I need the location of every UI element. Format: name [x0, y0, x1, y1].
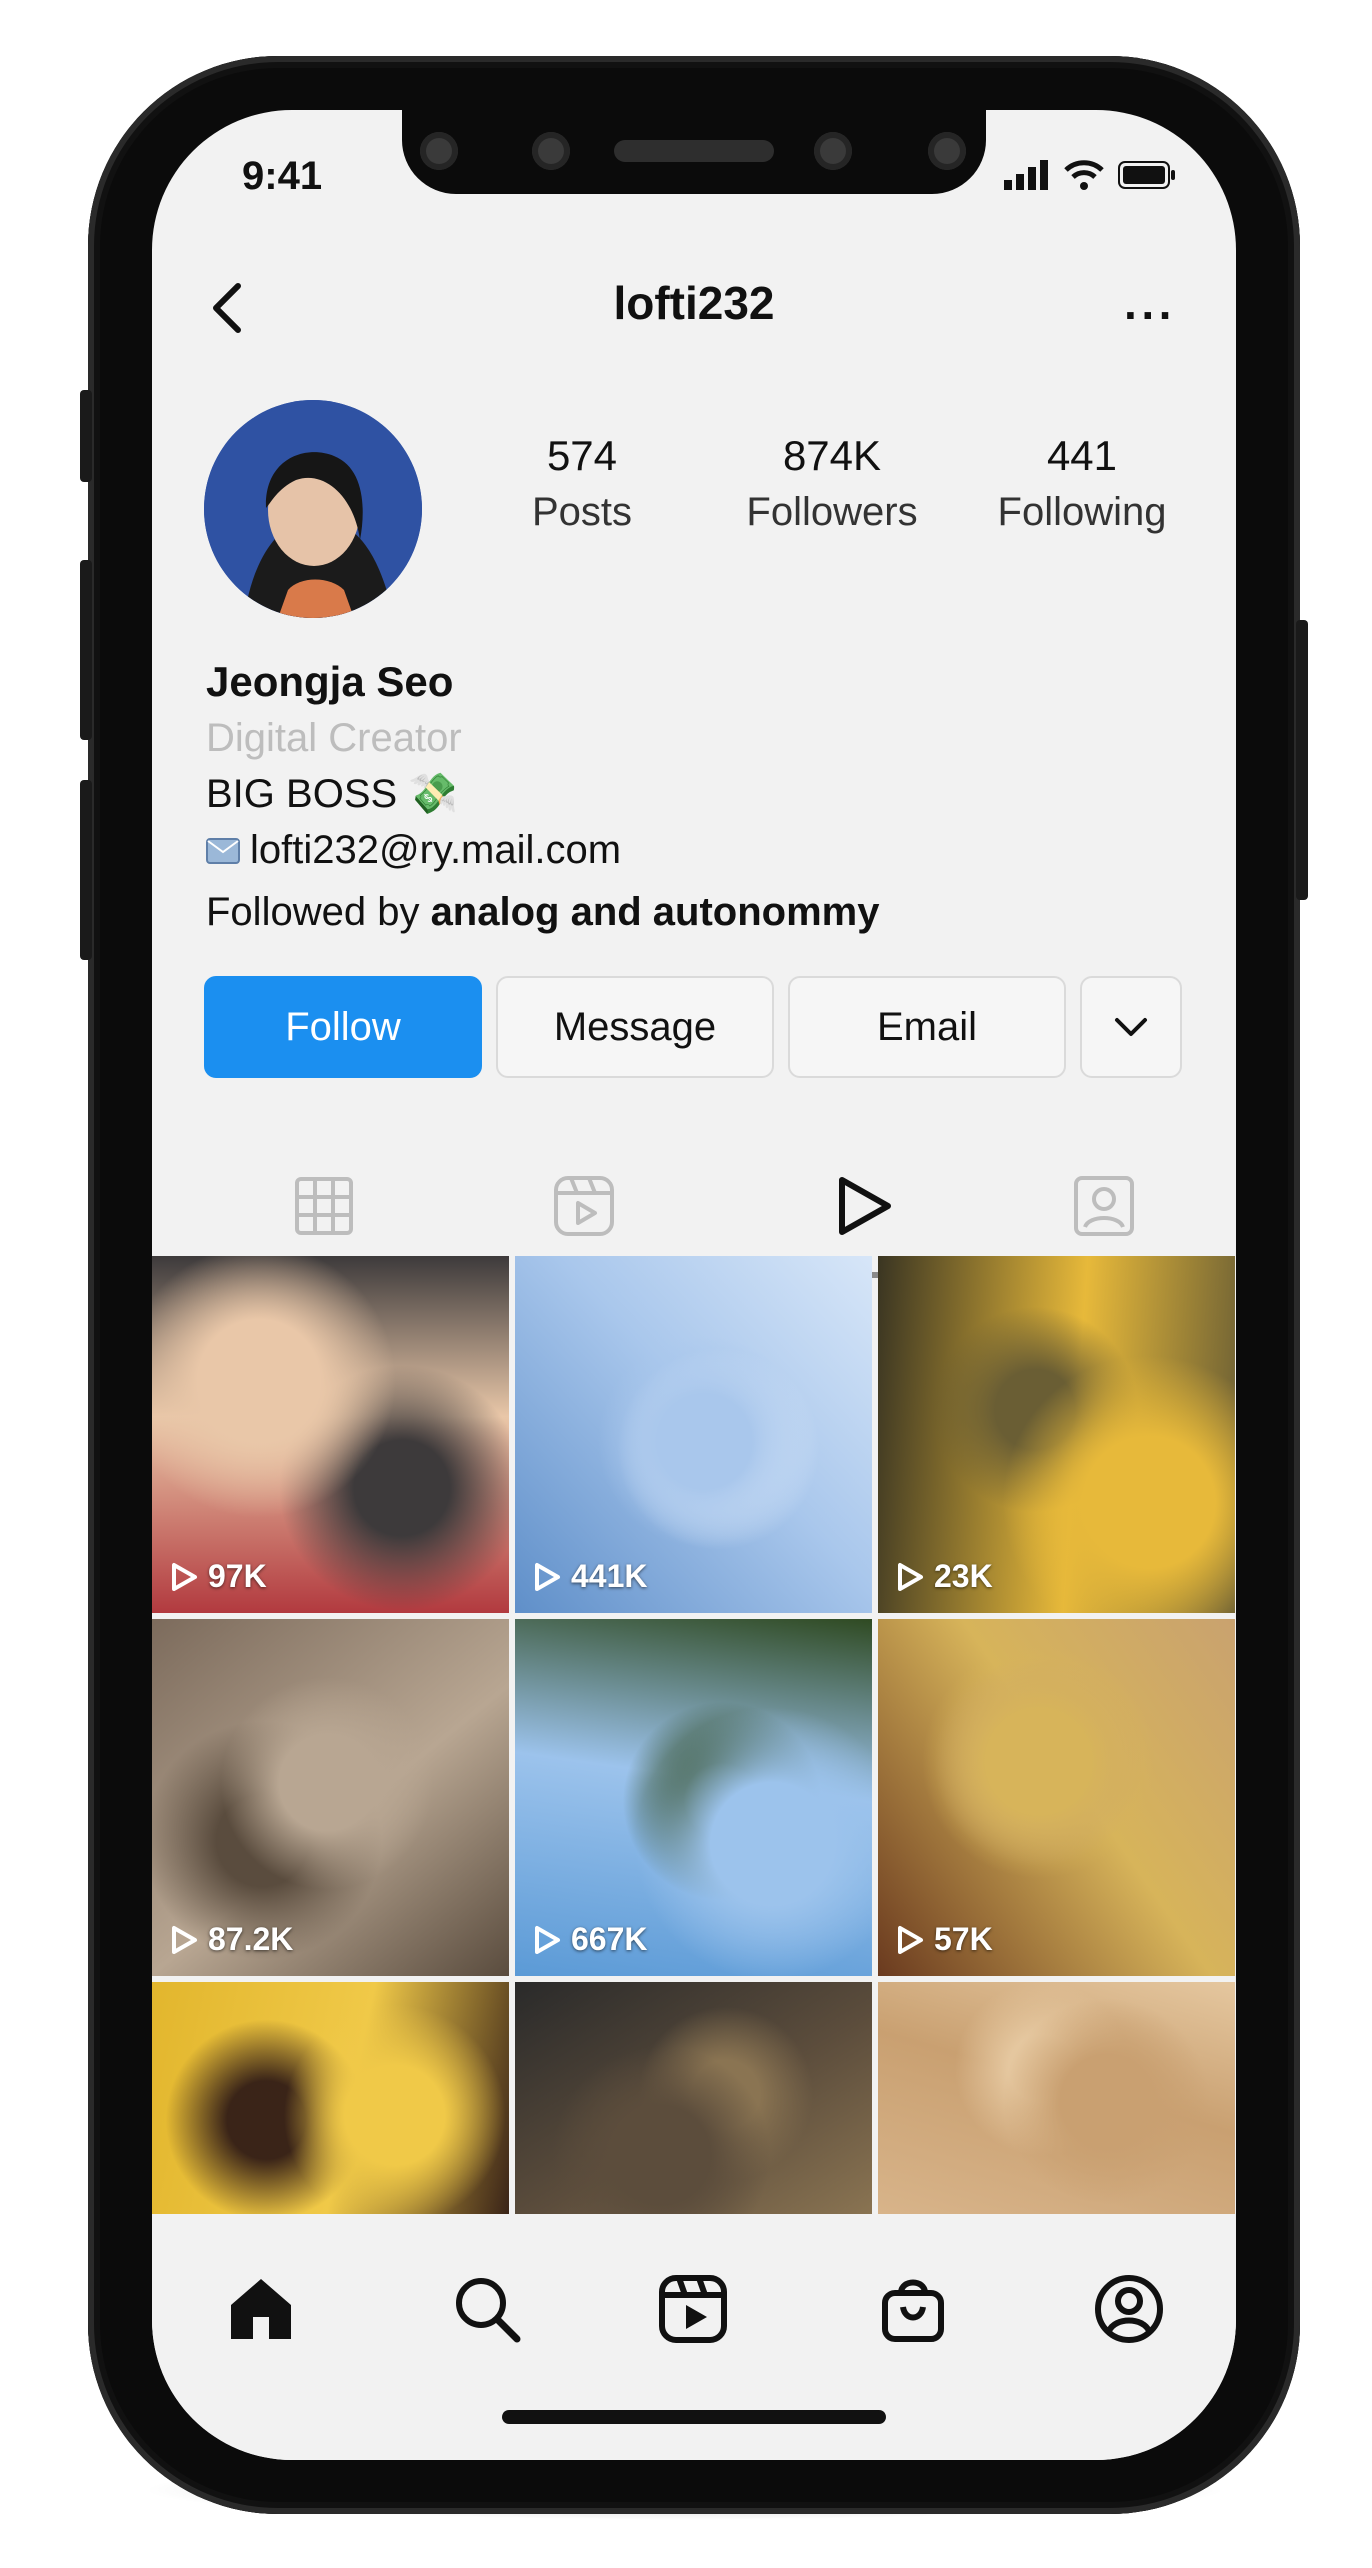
view-count-label: 441K	[571, 1558, 648, 1594]
view-count-label: 57K	[934, 1921, 993, 1957]
volume-up-button	[80, 560, 92, 740]
thumbnail-image	[152, 1982, 509, 2216]
message-button[interactable]: Message	[496, 976, 774, 1078]
envelope-icon	[206, 837, 240, 864]
followed-by-text[interactable]: Followed by analog and autonommy	[206, 890, 880, 935]
play-icon	[838, 1177, 891, 1235]
view-count: 57K	[896, 1921, 993, 1958]
followed-by-names: analog and autonommy	[430, 890, 880, 934]
profile-actions: Follow Message Email	[204, 976, 1182, 1078]
home-indicator[interactable]	[502, 2410, 886, 2424]
view-count: 97K	[170, 1558, 267, 1595]
avatar-portrait	[204, 400, 422, 618]
profile-stats: 574 Posts 874K Followers 441 Following	[482, 432, 1182, 535]
view-count: 667K	[533, 1921, 648, 1958]
play-icon	[172, 1925, 197, 1954]
status-time: 9:41	[242, 154, 323, 198]
posts-label: Posts	[531, 490, 633, 534]
notch	[402, 110, 986, 194]
video-thumbnail[interactable]: 57K	[878, 1619, 1235, 1976]
following-label: Following	[997, 490, 1167, 534]
wifi-icon	[1064, 160, 1104, 190]
power-button	[1296, 620, 1308, 900]
tagged-icon	[1073, 1176, 1134, 1236]
video-thumbnail[interactable]: 97K	[152, 1256, 509, 1613]
earpiece-speaker	[614, 140, 774, 162]
profile-content-tabs	[152, 1136, 1236, 1278]
play-icon	[535, 1925, 560, 1954]
suggested-accounts-button[interactable]	[1080, 976, 1182, 1078]
followers-count: 874K	[782, 432, 882, 479]
tab-videos[interactable]	[728, 1136, 999, 1276]
thumbnail-image	[878, 1982, 1235, 2216]
view-count: 23K	[896, 1558, 993, 1595]
view-count-label: 667K	[571, 1921, 648, 1957]
profile-icon	[1095, 2275, 1163, 2343]
home-icon	[231, 2279, 291, 2339]
tab-posts-grid[interactable]	[188, 1136, 459, 1276]
profile-bio: BIG BOSS 💸	[206, 772, 459, 816]
play-icon	[172, 1562, 197, 1591]
profile-username-title: lofti232	[613, 277, 775, 329]
volume-down-button	[80, 780, 92, 960]
view-count: 441K	[533, 1558, 648, 1595]
search-icon	[456, 2278, 521, 2343]
video-thumbnail[interactable]	[152, 1982, 509, 2216]
profile-email-link[interactable]: lofti232@ry.mail.com	[250, 828, 621, 873]
shop-icon	[882, 2279, 944, 2342]
more-options-icon[interactable]: ···	[1124, 288, 1176, 342]
posts-count: 574	[546, 432, 618, 479]
status-icons	[1004, 160, 1176, 190]
play-icon	[898, 1925, 923, 1954]
video-grid: 97K 441K 23K 87.2K 667K 57K	[152, 1256, 1236, 2216]
play-icon	[898, 1562, 923, 1591]
cellular-signal-icon	[1004, 160, 1048, 190]
follow-button[interactable]: Follow	[204, 976, 482, 1078]
view-count-label: 87.2K	[208, 1921, 294, 1957]
tab-tagged[interactable]	[968, 1136, 1236, 1276]
stat-posts[interactable]: 574 Posts	[482, 432, 682, 535]
video-thumbnail[interactable]: 667K	[515, 1619, 872, 1976]
chevron-down-icon	[1115, 1018, 1147, 1036]
battery-icon	[1118, 161, 1175, 189]
stat-following[interactable]: 441 Following	[982, 432, 1182, 535]
nav-search[interactable]	[444, 2266, 530, 2352]
video-thumbnail[interactable]: 23K	[878, 1256, 1235, 1613]
video-thumbnail[interactable]: 87.2K	[152, 1619, 509, 1976]
avatar[interactable]	[204, 400, 422, 618]
mute-switch	[80, 390, 92, 482]
profile-email-row: lofti232@ry.mail.com	[206, 828, 621, 873]
phone-screen: 9:41 lofti232 ··· 574 Posts 874K Followe…	[152, 110, 1236, 2460]
grid-icon	[294, 1177, 353, 1235]
video-thumbnail[interactable]	[515, 1982, 872, 2216]
view-count-label: 97K	[208, 1558, 267, 1594]
view-count: 87.2K	[170, 1921, 293, 1958]
profile-category: Digital Creator	[206, 716, 462, 760]
reels-icon	[553, 1176, 614, 1236]
view-count-label: 23K	[934, 1558, 993, 1594]
tab-reels[interactable]	[448, 1136, 719, 1276]
video-thumbnail[interactable]	[878, 1982, 1235, 2216]
email-button[interactable]: Email	[788, 976, 1066, 1078]
following-count: 441	[1046, 432, 1118, 479]
stat-followers[interactable]: 874K Followers	[732, 432, 932, 535]
nav-reels[interactable]	[650, 2266, 736, 2352]
reels-icon	[659, 2275, 727, 2343]
profile-name: Jeongja Seo	[206, 658, 454, 705]
followers-label: Followers	[746, 490, 918, 534]
nav-home[interactable]	[218, 2266, 304, 2352]
play-icon	[535, 1562, 560, 1591]
thumbnail-image	[515, 1982, 872, 2216]
followed-by-prefix: Followed by	[206, 890, 431, 934]
nav-shop[interactable]	[870, 2266, 956, 2352]
video-thumbnail[interactable]: 441K	[515, 1256, 872, 1613]
nav-profile[interactable]	[1086, 2266, 1172, 2352]
